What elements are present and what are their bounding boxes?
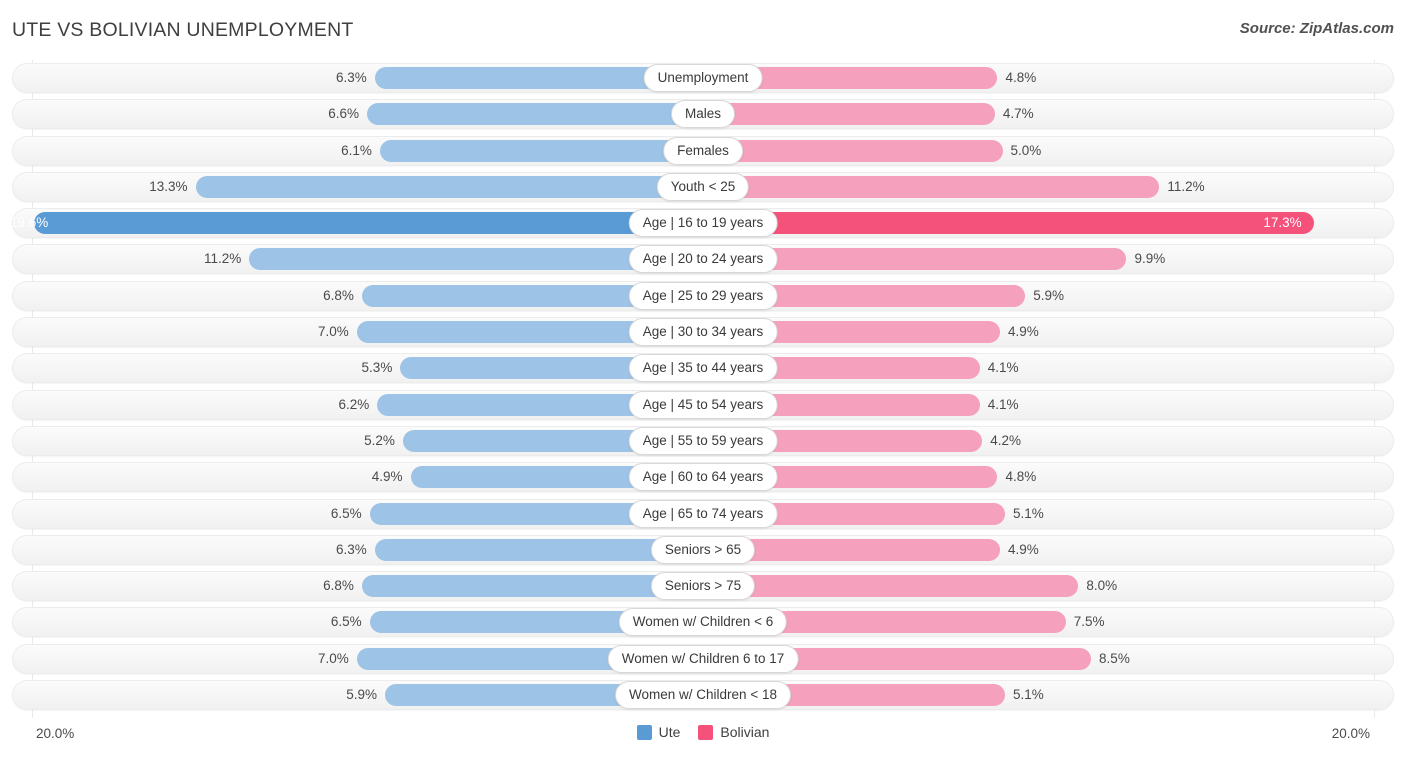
category-label-pill[interactable]: Age | 55 to 59 years	[628, 426, 778, 455]
value-label-ute: 6.5%	[330, 614, 362, 630]
bar-row: 7.0% 8.5% Women w/ Children 6 to 17	[0, 641, 1406, 677]
chart-header: UTE VS BOLIVIAN UNEMPLOYMENT Source: Zip…	[0, 0, 1406, 56]
bar-row: 5.2% 4.2% Age | 55 to 59 years	[0, 423, 1406, 459]
category-label-pill[interactable]: Unemployment	[643, 64, 763, 92]
value-label-bolivian: 4.1%	[987, 360, 1019, 376]
bar-bolivian[interactable]	[703, 212, 1314, 235]
bar-row: 6.1% 5.0% Females	[0, 133, 1406, 169]
value-label-ute: 5.3%	[361, 360, 393, 376]
category-label-pill[interactable]: Age | 45 to 54 years	[628, 390, 778, 419]
source-attribution: Source: ZipAtlas.com	[1239, 20, 1394, 37]
category-label-pill[interactable]: Age | 16 to 19 years	[628, 209, 778, 238]
category-label-pill[interactable]: Age | 35 to 44 years	[628, 354, 778, 383]
chart-legend: Ute Bolivian	[0, 724, 1406, 740]
category-label-pill[interactable]: Youth < 25	[656, 172, 750, 201]
bar-ute[interactable]	[367, 103, 703, 126]
category-label-pill[interactable]: Males	[670, 100, 736, 129]
value-label-bolivian: 17.3%	[1263, 215, 1302, 231]
chart-footer: 20.0% 20.0% Ute Bolivian	[0, 718, 1406, 757]
value-label-ute: 6.6%	[328, 106, 360, 122]
value-label-ute: 6.5%	[330, 505, 362, 521]
value-label-bolivian: 4.8%	[1005, 469, 1037, 485]
category-label-pill[interactable]: Age | 20 to 24 years	[628, 245, 778, 274]
bar-ute[interactable]	[379, 139, 703, 162]
value-label-ute: 6.2%	[338, 396, 370, 412]
bar-row: 19.6% 17.3% Age | 16 to 19 years	[0, 205, 1406, 241]
plot-area: 6.3% 4.8% Unemployment 6.6% 4.7% Males 6.1% 5.0…	[0, 60, 1406, 718]
value-label-ute: 6.3%	[335, 541, 367, 557]
value-label-bolivian: 7.5%	[1073, 614, 1105, 630]
bar-row: 13.3% 11.2% Youth < 25	[0, 169, 1406, 205]
value-label-ute: 6.8%	[323, 287, 354, 303]
legend-swatch-icon	[636, 724, 652, 740]
category-label-pill[interactable]: Women w/ Children 6 to 17	[607, 644, 799, 673]
value-label-ute: 19.6%	[9, 215, 49, 231]
value-label-bolivian: 8.5%	[1099, 650, 1130, 666]
page-title: UTE VS BOLIVIAN UNEMPLOYMENT	[12, 19, 354, 41]
category-label-pill[interactable]: Females	[663, 136, 743, 165]
value-label-bolivian: 4.2%	[990, 432, 1022, 448]
value-label-bolivian: 9.9%	[1134, 251, 1166, 267]
bar-row: 6.8% 5.9% Age | 25 to 29 years	[0, 278, 1406, 314]
chart-page: UTE VS BOLIVIAN UNEMPLOYMENT Source: Zip…	[0, 0, 1406, 757]
bar-row-list: 6.3% 4.8% Unemployment 6.6% 4.7% Males 6.1% 5.0…	[0, 60, 1406, 713]
value-label-bolivian: 5.0%	[1010, 142, 1042, 158]
category-label-pill[interactable]: Age | 60 to 64 years	[628, 463, 778, 492]
value-label-ute: 11.2%	[204, 251, 242, 267]
value-label-ute: 6.3%	[335, 70, 367, 85]
value-label-bolivian: 4.8%	[1005, 70, 1037, 85]
value-label-ute: 5.2%	[364, 432, 395, 448]
legend-item[interactable]: Ute	[636, 724, 681, 740]
bar-ute[interactable]	[34, 212, 703, 235]
bar-row: 11.2% 9.9% Age | 20 to 24 years	[0, 241, 1406, 277]
value-label-ute: 5.9%	[346, 687, 377, 703]
value-label-bolivian: 8.0%	[1086, 578, 1118, 594]
value-label-ute: 7.0%	[318, 324, 349, 340]
value-label-ute: 6.8%	[323, 578, 354, 594]
value-label-ute: 6.1%	[341, 142, 372, 158]
bar-bolivian[interactable]	[703, 103, 995, 126]
bar-row: 5.3% 4.1% Age | 35 to 44 years	[0, 350, 1406, 386]
bar-row: 6.5% 7.5% Women w/ Children < 6	[0, 604, 1406, 640]
bar-bolivian[interactable]	[703, 139, 1003, 162]
value-label-bolivian: 11.2%	[1167, 178, 1205, 194]
category-label-pill[interactable]: Women w/ Children < 6	[618, 608, 788, 637]
category-label-pill[interactable]: Seniors > 75	[650, 572, 756, 601]
category-label-pill[interactable]: Seniors > 65	[650, 535, 756, 564]
value-label-bolivian: 4.7%	[1002, 106, 1034, 122]
value-label-bolivian: 5.9%	[1033, 287, 1065, 303]
bar-ute[interactable]	[195, 175, 703, 198]
bar-row: 4.9% 4.8% Age | 60 to 64 years	[0, 459, 1406, 495]
value-label-bolivian: 5.1%	[1013, 505, 1044, 521]
bar-row: 5.9% 5.1% Women w/ Children < 18	[0, 677, 1406, 713]
category-label-pill[interactable]: Age | 65 to 74 years	[628, 499, 778, 528]
bar-bolivian[interactable]	[703, 575, 1079, 598]
category-label-pill[interactable]: Age | 30 to 34 years	[628, 318, 778, 347]
bar-row: 6.3% 4.9% Seniors > 65	[0, 532, 1406, 568]
value-label-bolivian: 4.9%	[1007, 541, 1039, 557]
legend-label: Ute	[658, 724, 681, 740]
bar-row: 6.6% 4.7% Males	[0, 96, 1406, 132]
bar-row: 6.8% 8.0% Seniors > 75	[0, 568, 1406, 604]
value-label-ute: 13.3%	[149, 178, 188, 194]
bar-row: 6.5% 5.1% Age | 65 to 74 years	[0, 496, 1406, 532]
value-label-ute: 7.0%	[318, 650, 349, 666]
legend-swatch-icon	[698, 724, 714, 740]
bar-row: 6.3% 4.8% Unemployment	[0, 60, 1406, 96]
value-label-ute: 4.9%	[371, 469, 403, 485]
value-label-bolivian: 4.9%	[1007, 324, 1039, 340]
legend-label: Bolivian	[720, 724, 770, 740]
bar-row: 7.0% 4.9% Age | 30 to 34 years	[0, 314, 1406, 350]
value-label-bolivian: 5.1%	[1013, 687, 1044, 703]
legend-item[interactable]: Bolivian	[698, 724, 769, 740]
value-label-bolivian: 4.1%	[987, 396, 1019, 412]
category-label-pill[interactable]: Age | 25 to 29 years	[628, 281, 778, 310]
bar-bolivian[interactable]	[703, 175, 1160, 198]
bar-row: 6.2% 4.1% Age | 45 to 54 years	[0, 387, 1406, 423]
category-label-pill[interactable]: Women w/ Children < 18	[615, 681, 791, 710]
